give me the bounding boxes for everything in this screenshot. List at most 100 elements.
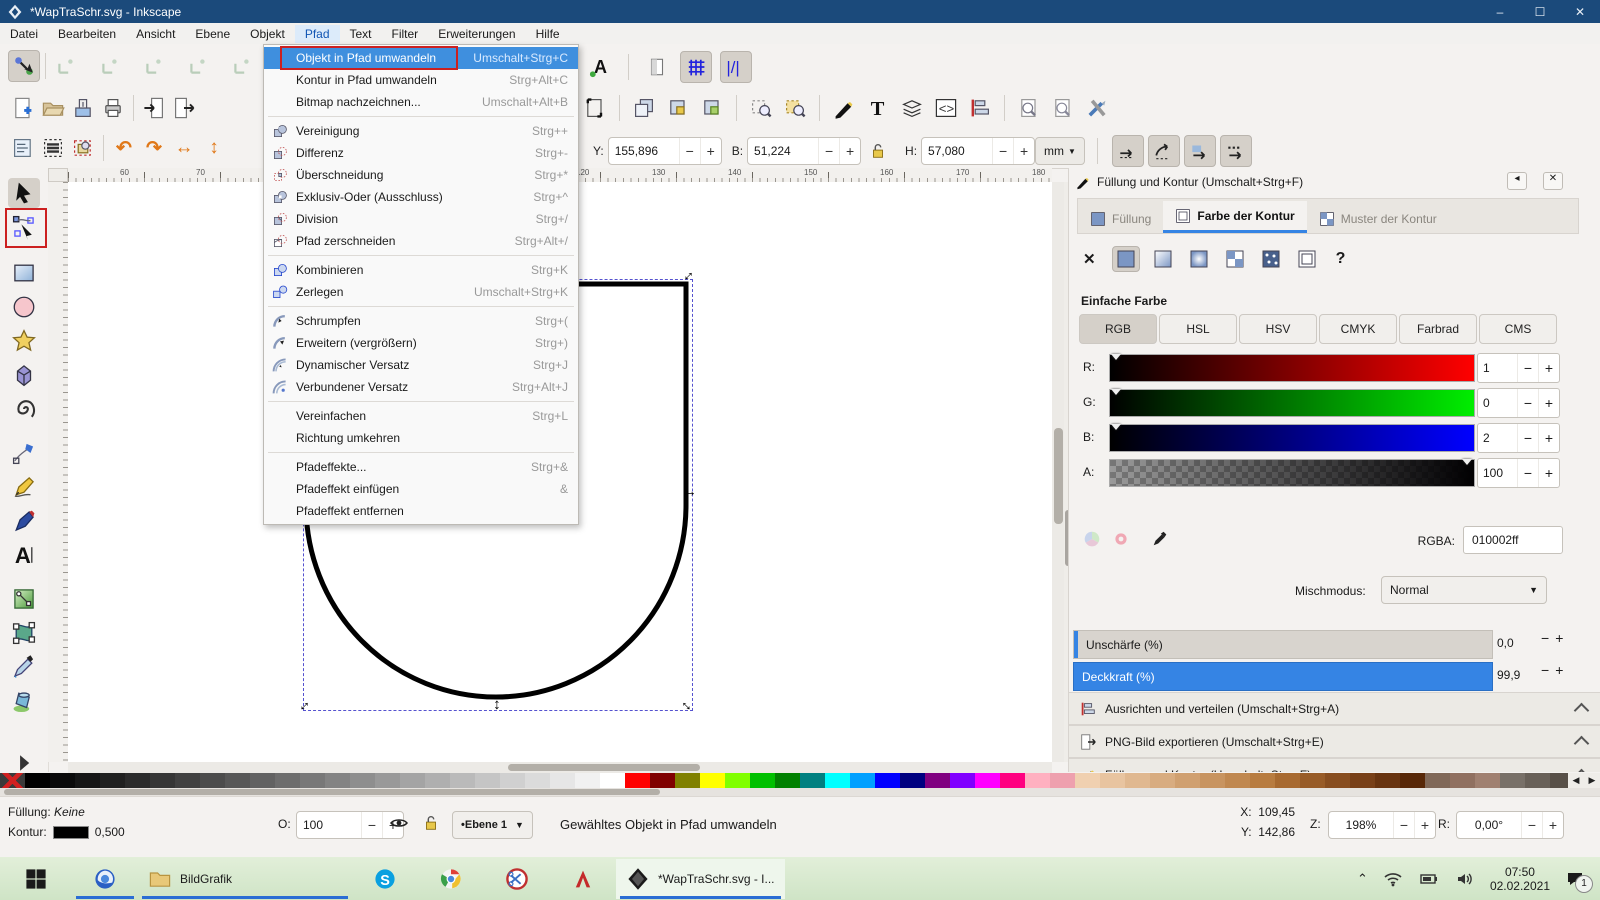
palette-swatch[interactable] [975,773,1000,788]
palette-swatch[interactable] [1150,773,1175,788]
flat-color-button[interactable] [1111,246,1140,272]
red-value[interactable]: 1 [1478,361,1517,375]
snap-bbox-midpoint-icon[interactable] [183,51,213,81]
palette-swatch[interactable] [50,773,75,788]
radial-gradient-button[interactable] [1186,247,1212,271]
dock-close-icon[interactable]: ✕ [1543,172,1563,190]
green-slider[interactable] [1109,389,1475,417]
alpha-minus-button[interactable]: − [1517,459,1538,487]
color-tab-hsl[interactable]: HSL [1159,314,1237,344]
width-field-plus-button[interactable]: + [839,138,860,164]
snap-guides-button[interactable]: |/| [720,51,752,83]
menu-item-vereinigung[interactable]: Vereinigung Strg++ [264,120,578,142]
menu-ansicht[interactable]: Ansicht [126,25,185,43]
menu-pfad[interactable]: Pfad [294,24,340,43]
palette-swatch[interactable] [1450,773,1475,788]
height-field-minus-button[interactable]: − [992,138,1013,164]
alpha-spinner[interactable]: 100− + [1477,458,1560,488]
skype-button[interactable]: S [352,859,418,899]
collapsed-dialog-0[interactable]: Ausrichten und verteilen (Umschalt+Strg+… [1069,692,1600,725]
spiral-tool[interactable] [8,394,40,424]
xml-editor-button[interactable]: <> [931,93,961,123]
palette-swatch[interactable] [425,773,450,788]
print-button[interactable] [98,93,128,123]
eyedropper-icon[interactable] [1151,530,1169,548]
palette-swatch[interactable] [525,773,550,788]
tray-chevron-icon[interactable]: ⌃ [1357,871,1368,887]
y-field-value[interactable]: 155,896 [609,144,679,158]
palette-swatch[interactable] [1300,773,1325,788]
palette-swatch[interactable] [1525,773,1550,788]
fill-stroke-dialog-button[interactable] [829,93,859,123]
palette-swatch[interactable] [750,773,775,788]
palette-none-swatch[interactable] [0,773,25,788]
blur-value[interactable]: 0,0 [1497,636,1514,650]
swatch-button[interactable] [1258,247,1284,271]
document-properties-button[interactable] [1048,93,1078,123]
menu-hilfe[interactable]: Hilfe [526,25,570,43]
menu-item-schrumpfen[interactable]: Schrumpfen Strg+( [264,310,578,332]
blue-slider[interactable] [1109,424,1475,452]
palette-swatch[interactable] [1100,773,1125,788]
red-slider[interactable] [1109,354,1475,382]
zoom-minus-button[interactable]: − [1393,812,1414,838]
palette-swatch[interactable] [1400,773,1425,788]
y-field-plus-button[interactable]: + [699,138,721,164]
maximize-button[interactable]: ☐ [1520,0,1560,23]
color-circle-icon[interactable] [1113,531,1129,547]
palette-swatch[interactable] [1175,773,1200,788]
palette-swatch[interactable] [1075,773,1100,788]
ellipse-tool[interactable] [8,292,40,322]
selector-tool[interactable] [8,178,40,208]
palette-swatch[interactable] [1025,773,1050,788]
blue-value[interactable]: 2 [1478,431,1517,445]
alpha-value[interactable]: 100 [1478,466,1517,480]
palette-swatch[interactable] [400,773,425,788]
red-spinner[interactable]: 1− + [1477,353,1560,383]
palette-swatch[interactable] [250,773,275,788]
paint-none-button[interactable]: ✕ [1083,250,1096,268]
rectangle-tool[interactable] [8,258,40,288]
new-document-button[interactable] [8,93,38,123]
color-tab-rgb[interactable]: RGB [1079,314,1157,344]
palette-swatch[interactable] [75,773,100,788]
find-button[interactable] [1014,93,1044,123]
canvas-horizontal-scrollbar[interactable] [68,762,1052,773]
palette-swatch[interactable] [550,773,575,788]
notification-center-icon[interactable]: 1 [1564,869,1593,893]
width-field-minus-button[interactable]: − [818,138,839,164]
menu-item-dynamischer-versatz[interactable]: Dynamischer Versatz Strg+J [264,354,578,376]
width-field[interactable]: 51,224− + [747,137,862,165]
unlink-clone-button[interactable] [697,93,727,123]
palette-swatch[interactable] [675,773,700,788]
palette-swatch[interactable] [725,773,750,788]
zoom-page-button[interactable] [580,93,610,123]
palette-swatch[interactable] [625,773,650,788]
zoom-plus-button[interactable]: + [1414,812,1435,838]
layers-dialog-button[interactable] [897,93,927,123]
menu-filter[interactable]: Filter [382,25,429,43]
menu-item-zerlegen[interactable]: Zerlegen Umschalt+Strg+K [264,281,578,303]
rotation-minus-button[interactable]: − [1521,812,1542,838]
menu-item-vereinfachen[interactable]: Vereinfachen Strg+L [264,405,578,427]
zoom-drawing-button[interactable] [780,93,810,123]
palette-swatch[interactable] [1275,773,1300,788]
align-dialog-button[interactable] [965,93,995,123]
palette-swatch[interactable] [600,773,625,788]
rotate-ccw-button[interactable]: ↶ [109,133,139,163]
transform-gradients-button[interactable] [1183,135,1216,167]
zoom-spinner[interactable]: 198% − + [1328,811,1436,839]
lock-ratio-icon[interactable] [869,141,887,161]
color-tab-hsv[interactable]: HSV [1239,314,1317,344]
inkscape-button[interactable]: *WapTraSchr.svg - I... [616,858,785,899]
blur-slider[interactable]: Unschärfe (%) [1073,630,1493,659]
palette-swatch[interactable] [1125,773,1150,788]
unit-select[interactable]: mm ▼ [1035,137,1085,165]
palette-swatch[interactable] [1425,773,1450,788]
palette-scroll-arrows[interactable]: ◀ ▶ [1568,773,1600,788]
palette-swatch[interactable] [775,773,800,788]
blue-spinner[interactable]: 2− + [1477,423,1560,453]
palette-swatch[interactable] [925,773,950,788]
snap-master-icon[interactable] [8,50,40,82]
blue-minus-button[interactable]: − [1517,424,1538,452]
